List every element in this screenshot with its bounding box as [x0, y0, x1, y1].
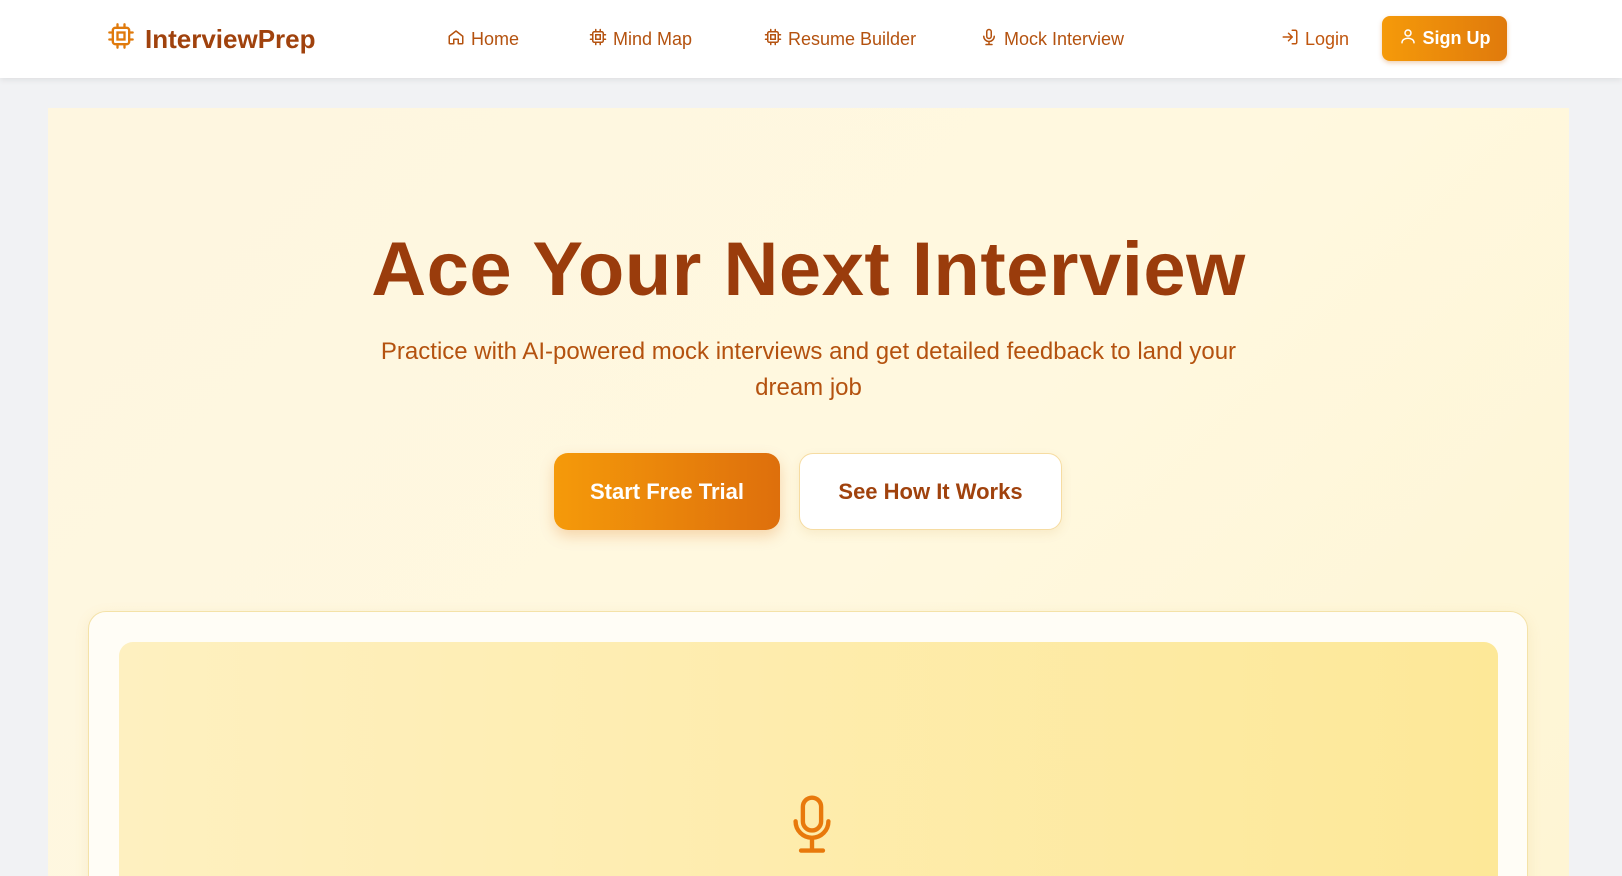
- see-how-it-works-button[interactable]: See How It Works: [799, 453, 1062, 530]
- login-link[interactable]: Login: [1281, 26, 1349, 52]
- hero-title: Ace Your Next Interview: [371, 227, 1246, 312]
- nav-resume-builder[interactable]: Resume Builder: [764, 26, 916, 52]
- sign-up-button[interactable]: Sign Up: [1382, 16, 1507, 61]
- home-icon: [447, 28, 465, 51]
- hero-subtitle: Practice with AI-powered mock interviews…: [380, 338, 1237, 401]
- microphone-icon[interactable]: [790, 794, 834, 856]
- chip-icon: [107, 22, 135, 57]
- start-free-trial-button[interactable]: Start Free Trial: [554, 453, 780, 530]
- user-icon: [1399, 27, 1417, 50]
- nav-mock-interview-label: Mock Interview: [1004, 28, 1125, 49]
- sign-up-label: Sign Up: [1422, 28, 1491, 48]
- hero-section: Ace Your Next Interview Practice with AI…: [48, 108, 1569, 876]
- nav-mock-interview[interactable]: Mock Interview: [980, 26, 1124, 52]
- demo-panel: [119, 642, 1498, 876]
- navbar: InterviewPrep Home Mind Map Resume Build…: [0, 0, 1622, 78]
- brand-logo[interactable]: InterviewPrep: [107, 22, 316, 56]
- login-label: Login: [1305, 28, 1350, 49]
- nav-home-label: Home: [471, 28, 520, 49]
- chip-icon: [589, 28, 607, 51]
- brand-name: InterviewPrep: [145, 23, 316, 54]
- nav-mind-map[interactable]: Mind Map: [589, 26, 692, 52]
- microphone-icon: [980, 28, 998, 51]
- nav-home[interactable]: Home: [447, 26, 519, 52]
- nav-resume-builder-label: Resume Builder: [788, 28, 917, 49]
- demo-card: [88, 611, 1528, 876]
- chip-icon: [764, 28, 782, 51]
- nav-mind-map-label: Mind Map: [613, 28, 693, 49]
- login-icon: [1281, 28, 1299, 51]
